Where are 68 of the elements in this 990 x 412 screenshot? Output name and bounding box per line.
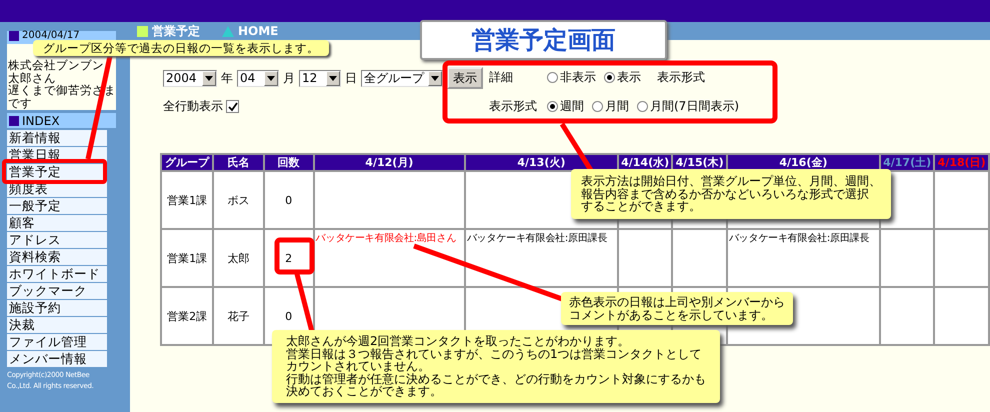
date-text: 2004/04/17 [22, 31, 80, 41]
month-select[interactable]: 04 [237, 70, 279, 86]
leader-line [294, 273, 314, 333]
caret-icon [202, 70, 216, 86]
radio-label: 月間(7日間表示) [650, 98, 739, 115]
sidebar-item[interactable]: 顧客 [7, 215, 107, 231]
detail-label: 詳細 [489, 69, 514, 86]
sidebar-item[interactable]: 一般予定 [7, 198, 107, 214]
callout-tooltip: 表示方法は開始日付、営業グループ単位、月間、週間、 報告内容まで含めるか否かなどいろいろな形式で選択 することができます。 [571, 169, 891, 218]
sidebar-item[interactable]: ホワイトボード [7, 266, 107, 282]
index-title: INDEX [22, 114, 60, 128]
triangle-icon [222, 26, 234, 36]
format-note: 表示形式 [657, 69, 705, 86]
radio-label: 週間 [560, 98, 584, 115]
schedule-entry[interactable]: バッタケーキ有限会社:原田課長 [728, 233, 870, 244]
column-header: 4/17(土) [880, 154, 934, 171]
screen-title: 営業予定画面 [420, 20, 667, 60]
radio-label: 表示 [617, 69, 641, 86]
sidebar-item[interactable]: 決裁 [7, 317, 107, 333]
square-icon [9, 116, 19, 126]
sidebar-item[interactable]: アドレス [7, 232, 107, 248]
table-cell: 0 [264, 171, 314, 229]
column-header: 氏名 [213, 154, 264, 171]
table-cell: 営業1課 [161, 229, 214, 287]
sidebar-item[interactable]: 新着情報 [7, 130, 107, 146]
year-label: 年 [221, 70, 233, 86]
show-button[interactable]: 表示 [447, 67, 483, 89]
radio-button[interactable] [547, 101, 558, 112]
checkbox-label: 全行動表示 [163, 98, 223, 115]
callout-tooltip: 赤色表示の日報は上司や別メンバーから コメントがあることを示しています。 [561, 292, 793, 325]
schedule-entry[interactable]: バッタケーキ有限会社:原田課長 [466, 233, 608, 244]
radio-label: 非表示 [560, 69, 596, 86]
format-label: 表示形式 [489, 98, 537, 115]
caret-icon [326, 70, 340, 86]
month-label: 月 [283, 70, 295, 86]
column-header: 回数 [264, 154, 314, 171]
square-icon [9, 31, 19, 41]
radio-button[interactable] [637, 101, 648, 112]
schedule-entry[interactable]: バッタケーキ有限会社:島田さん [314, 233, 456, 244]
sidebar-item[interactable]: ファイル管理 [7, 334, 107, 350]
callout-tooltip: 太郎さんが今週2回営業コンタクトを取ったことがわかります。 営業日報は３つ報告されていますが、このうちの1つは営業コンタクトとして カウントされていません。 行動は管理者が任意に決めることができ、どの行動をカウント対象にするかも 決めておくことができます。 [272, 330, 720, 402]
column-header: 4/18(日) [934, 154, 989, 171]
sidebar-item[interactable]: 施設予約 [7, 300, 107, 316]
table-cell: ボス [213, 171, 264, 229]
year-select[interactable]: 2004 [163, 70, 217, 86]
sidebar-item[interactable]: ブックマーク [7, 283, 107, 299]
day-label: 日 [345, 70, 357, 86]
callout-tooltip: グループ区分等で過去の日報の一覧を表示します。 [33, 40, 329, 56]
column-header: 4/13(火) [464, 154, 618, 171]
radio-button[interactable] [592, 101, 603, 112]
group-select[interactable]: 全グループ [361, 70, 443, 86]
highlight-frame [274, 238, 314, 274]
sidebar-item[interactable]: メンバー情報 [7, 351, 107, 367]
table-cell: 営業2課 [161, 287, 214, 345]
radio-button[interactable] [604, 72, 615, 83]
day-select[interactable]: 12 [299, 70, 341, 86]
table-cell: 太郎 [213, 229, 264, 287]
table-cell: 花子 [213, 287, 264, 345]
caret-icon [264, 70, 278, 86]
radio-label: 月間 [605, 98, 629, 115]
table-cell: 営業1課 [161, 171, 214, 229]
checkbox[interactable] [226, 100, 239, 113]
sidebar-item[interactable]: 資料検索 [7, 249, 107, 265]
square-icon [137, 26, 148, 36]
caret-icon [428, 70, 442, 86]
column-header: グループ [161, 154, 214, 171]
column-header: 4/12(月) [314, 154, 465, 171]
radio-button[interactable] [547, 72, 558, 83]
